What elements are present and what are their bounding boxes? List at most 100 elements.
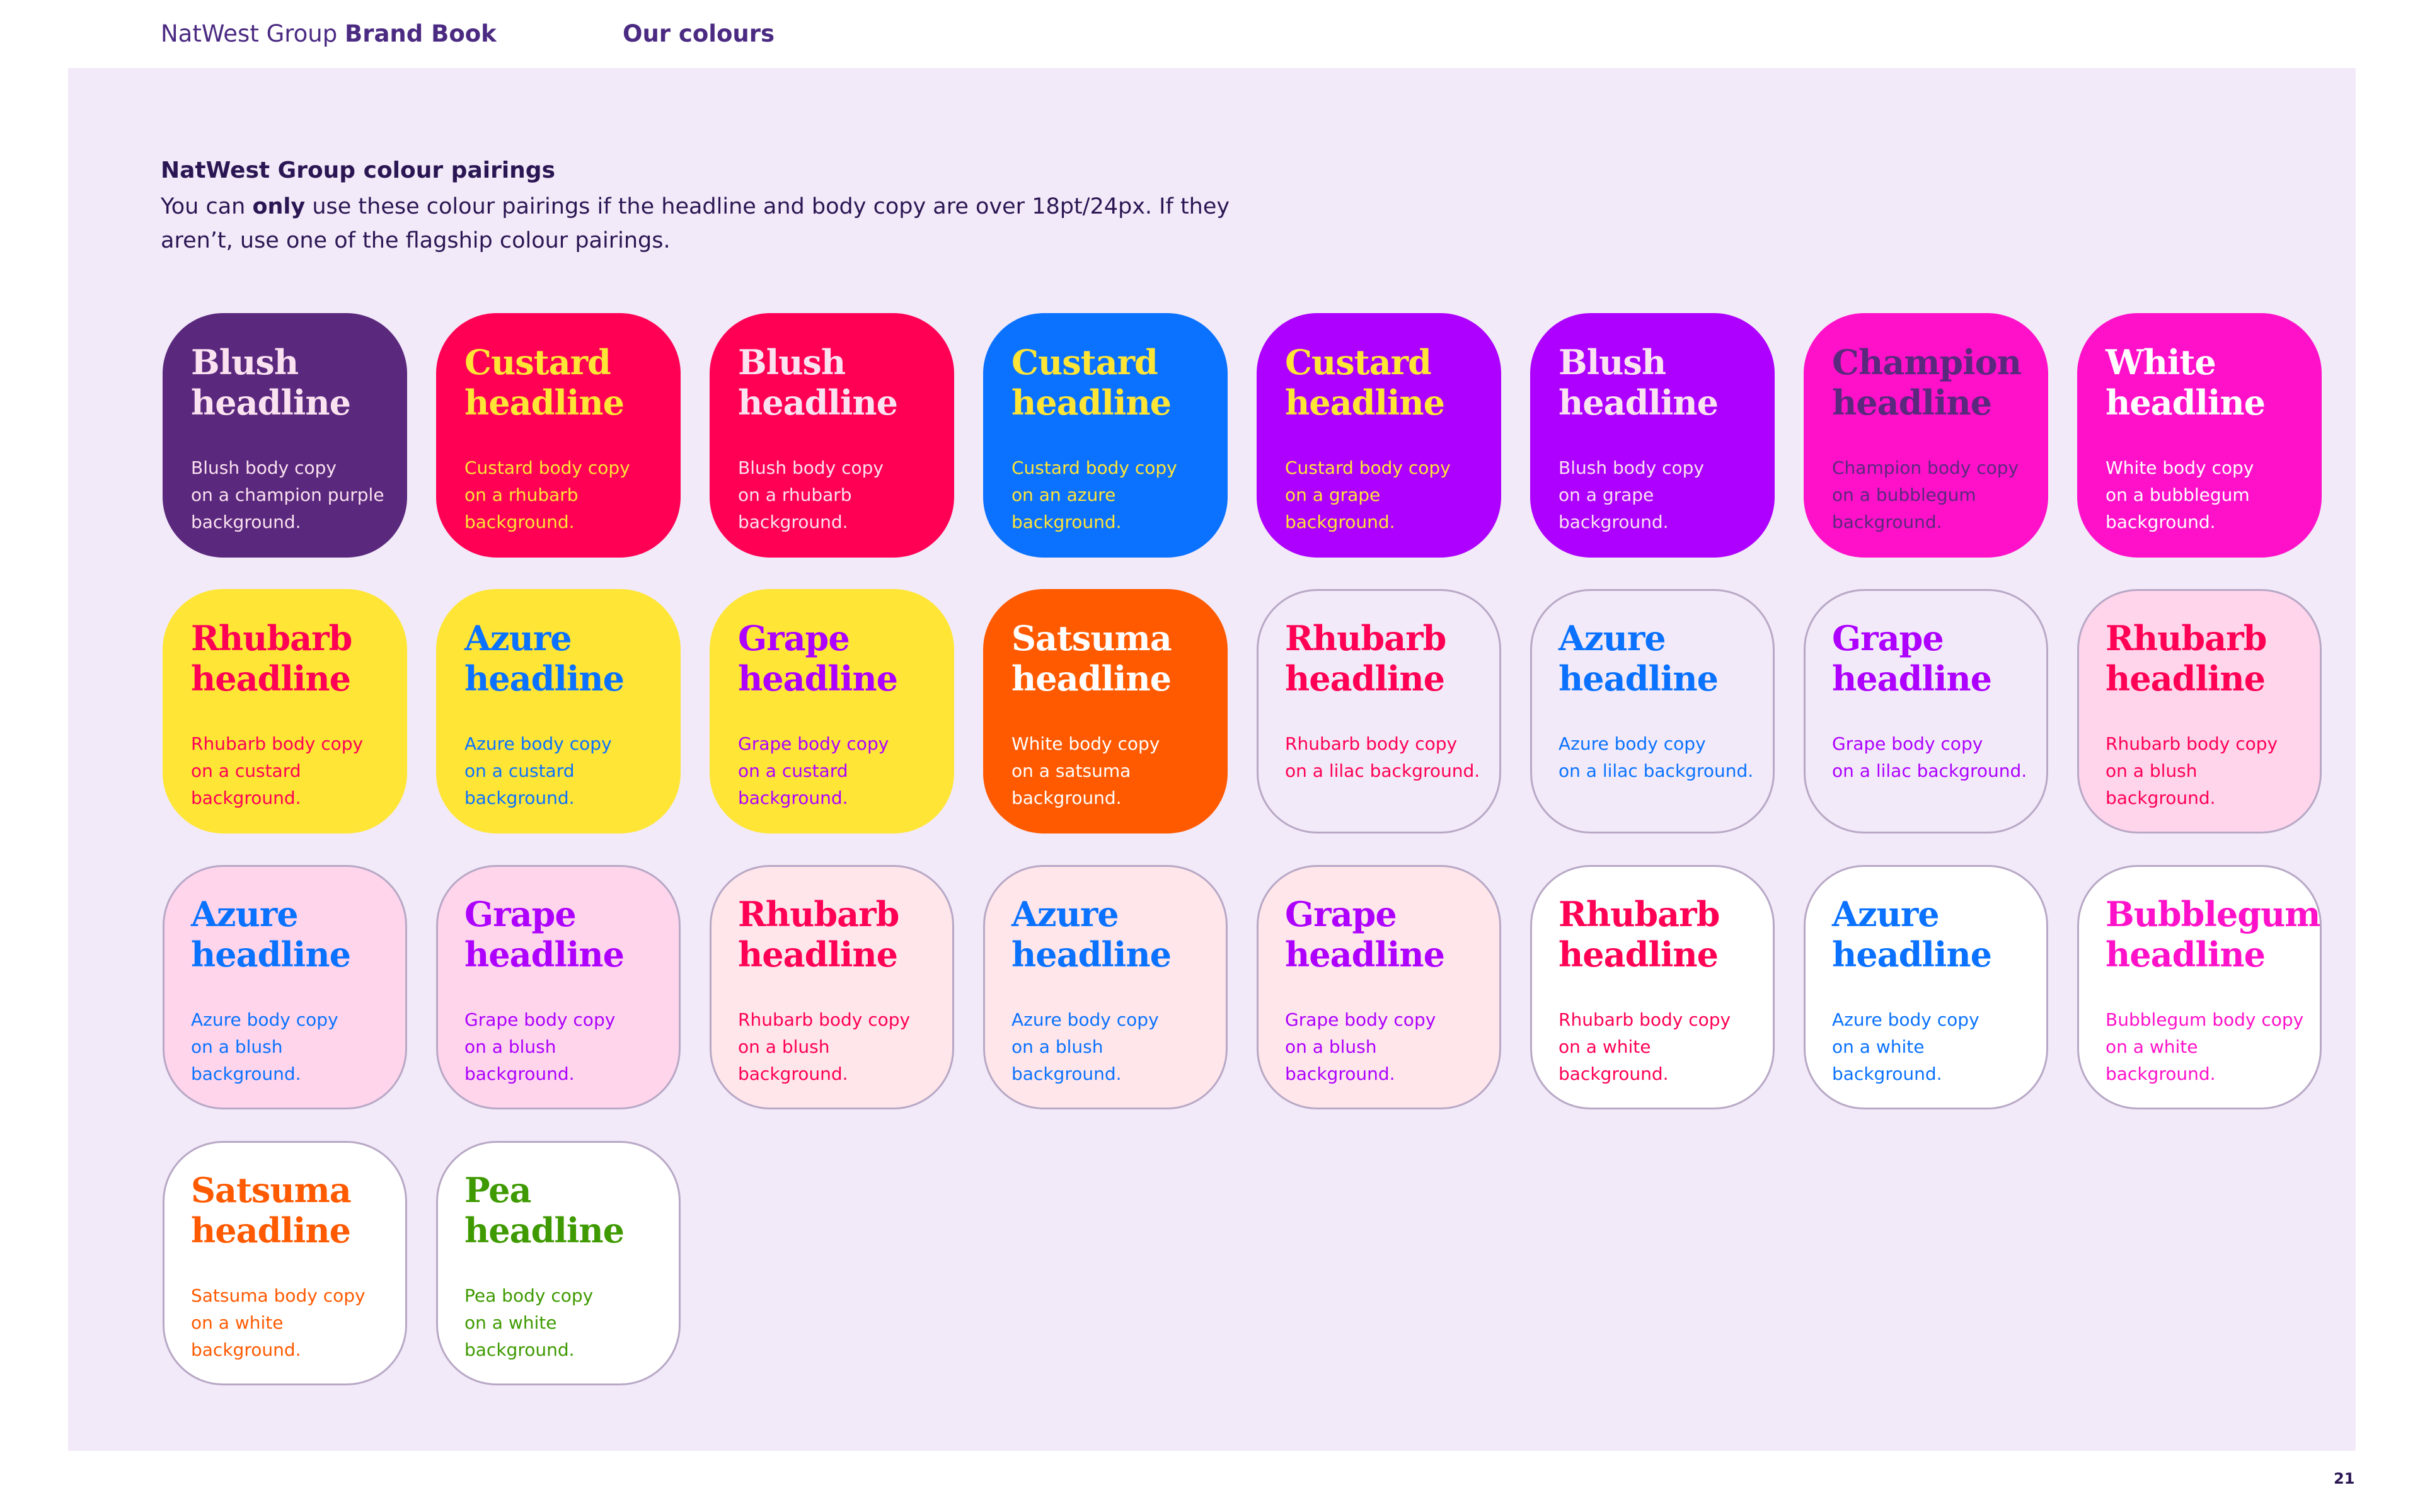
tile-body-line: background. — [738, 788, 848, 808]
tile-body-copy: Blush body copy on a rhubarb background. — [738, 454, 942, 536]
tile-headline-line: headline — [2106, 934, 2266, 975]
tile-body-copy: Blush body copy on a champion purple backg… — [191, 454, 395, 536]
tile-headline-line: headline — [464, 658, 625, 699]
colour-pairing-tile: Rhubarb headline Rhubarb body copy on a lil… — [1257, 589, 1501, 833]
tile-body-line: Grape body copy — [1832, 733, 1983, 754]
colour-pairing-tile: Rhubarb headline Rhubarb body copy on a blu… — [2077, 589, 2322, 833]
colour-pairing-tile: Azure headline Azure body copy on a blush b… — [163, 865, 407, 1109]
header-brand-title: NatWest Group Brand Book — [161, 20, 497, 47]
colour-pairing-tile: Rhubarb headline Rhubarb body copy on a cus… — [163, 589, 407, 833]
tile-headline-line: headline — [1285, 934, 1445, 975]
tile-body-line: on a white background. — [1832, 1036, 1942, 1084]
tile-headline-line: Rhubarb — [2106, 618, 2267, 658]
tile-body-copy: Custard body copy on an azure background. — [1011, 454, 1215, 536]
tile-headline-line: headline — [2106, 658, 2266, 699]
tile-headline-line: Satsuma — [191, 1170, 352, 1210]
tile-body-line: Azure body copy — [464, 733, 612, 754]
tile-body-line: Custard body copy — [464, 457, 630, 478]
tile-body-line: Blush body copy — [191, 457, 337, 478]
colour-pairing-tile: Satsuma headline Satsuma body copy on a whi… — [163, 1141, 407, 1385]
tile-body-copy: Grape body copy on a blush background. — [1285, 1006, 1489, 1087]
tile-body-copy: Rhubarb body copy on a white background. — [1559, 1006, 1762, 1087]
tile-body-line: on a lilac background. — [1285, 760, 1480, 781]
tile-body-copy: Satsuma body copy on a white background. — [191, 1282, 395, 1363]
tile-body-copy: Azure body copy on a lilac background. — [1559, 730, 1762, 784]
tile-body-line: Azure body copy — [191, 1009, 338, 1030]
tile-body-line: Satsuma body copy — [191, 1285, 366, 1306]
tile-headline: Grape headline — [464, 894, 668, 975]
tile-body-line: on a blush background. — [1285, 1036, 1395, 1084]
tile-headline-line: Custard — [1285, 342, 1432, 382]
tile-headline: Azure headline — [1559, 618, 1762, 699]
tile-headline-line: headline — [1559, 382, 1719, 423]
tile-body-copy: Pea body copy on a white background. — [464, 1282, 668, 1363]
colour-pairing-tile: Grape headline Grape body copy on a custard… — [710, 589, 954, 833]
tile-headline: Blush headline — [1559, 342, 1762, 423]
tile-body-line: White body copy — [2106, 457, 2254, 478]
colour-pairing-tile: Azure headline Azure body copy on a lilac b… — [1530, 589, 1775, 833]
tile-body-copy: Custard body copy on a grape background. — [1285, 454, 1489, 536]
colour-pairing-tile: Azure headline Azure body copy on a blush b… — [983, 865, 1228, 1109]
tile-body-copy: Champion body copy on a bubblegum backgrou… — [1832, 454, 2036, 536]
tile-headline-line: headline — [1832, 934, 1992, 975]
tile-headline-line: headline — [738, 382, 898, 423]
colour-pairing-tile: Custard headline Custard body copy on a rhu… — [436, 313, 681, 558]
tile-body-line: on a blush background. — [1011, 1036, 1122, 1084]
tile-headline-line: headline — [1285, 658, 1445, 699]
tile-headline-line: Grape — [464, 894, 577, 934]
tile-body-line: background. — [464, 512, 575, 532]
tile-body-copy: Rhubarb body copy on a lilac background. — [1285, 730, 1489, 784]
colour-pairing-tile: Rhubarb headline Rhubarb body copy on a whi… — [1530, 865, 1775, 1109]
tile-body-line: Blush body copy — [738, 457, 884, 478]
tile-body-line: background. — [191, 788, 301, 808]
tile-headline-line: headline — [1559, 934, 1719, 975]
tile-body-line: Grape body copy — [464, 1009, 616, 1030]
tile-body-line: Rhubarb body copy — [1559, 1009, 1731, 1030]
colour-pairing-tile: Azure headline Azure body copy on a white b… — [1804, 865, 2048, 1109]
tile-headline-line: headline — [1011, 382, 1172, 423]
tile-body-line: on a blush background. — [738, 1036, 848, 1084]
tile-body-copy: White body copy on a satsuma background. — [1011, 730, 1215, 811]
colour-pairing-tile: Blush headline Blush body copy on a rhubarb… — [710, 313, 954, 558]
tile-body-line: on a bubblegum — [1832, 484, 1976, 505]
tile-body-copy: Rhubarb body copy on a blush background. — [2106, 730, 2309, 811]
tile-headline-line: headline — [191, 934, 351, 975]
tile-body-line: on a custard — [738, 760, 848, 781]
tile-headline-line: headline — [1832, 658, 1992, 699]
colour-pairing-tile: Champion headline Champion body copy on a b… — [1804, 313, 2048, 558]
tile-headline-line: Azure — [1559, 618, 1666, 658]
tile-headline-line: headline — [191, 1210, 351, 1251]
tile-body-copy: Grape body copy on a lilac background. — [1832, 730, 2036, 784]
tile-headline-line: Bubblegum — [2106, 894, 2320, 934]
tile-body-copy: Azure body copy on a custard background. — [464, 730, 668, 811]
tile-body-line: on a champion purple — [191, 484, 384, 505]
tile-headline: Rhubarb headline — [1559, 894, 1762, 975]
tile-headline: Champion headline — [1832, 342, 2036, 423]
tile-headline: Custard headline — [1285, 342, 1489, 423]
tile-headline-line: Azure — [1011, 894, 1119, 934]
tile-body-line: Rhubarb body copy — [191, 733, 364, 754]
tile-body-line: Champion body copy — [1832, 457, 2019, 478]
tile-headline: Bubblegum headline — [2106, 894, 2320, 975]
intro-title: NatWest Group colour pairings — [161, 158, 555, 183]
colour-pairing-tile: Grape headline Grape body copy on a blush b… — [1257, 865, 1501, 1109]
tile-headline-line: headline — [738, 934, 898, 975]
tile-body-line: on a blush background. — [2106, 760, 2216, 808]
tile-headline: Satsuma headline — [1011, 618, 1215, 699]
tile-body-line: Rhubarb body copy — [2106, 733, 2278, 754]
tile-headline-line: Rhubarb — [738, 894, 899, 934]
tile-body-line: Custard body copy — [1011, 457, 1177, 478]
tile-body-line: on a rhubarb — [464, 484, 579, 505]
tile-body-copy: Grape body copy on a custard background. — [738, 730, 942, 811]
tile-body-line: Azure body copy — [1832, 1009, 1979, 1030]
tile-headline: Azure headline — [1832, 894, 2036, 975]
tile-headline-line: White — [2106, 342, 2216, 382]
tile-headline-line: Grape — [738, 618, 850, 658]
tile-headline-line: headline — [464, 934, 625, 975]
tile-headline: Blush headline — [191, 342, 395, 423]
tile-headline: Custard headline — [464, 342, 668, 423]
colour-pairing-tile: Blush headline Blush body copy on a champio… — [163, 313, 407, 558]
tile-headline-line: Satsuma — [1011, 618, 1172, 658]
tile-headline-line: Custard — [464, 342, 611, 382]
tile-body-line: on a bubblegum — [2106, 484, 2250, 505]
